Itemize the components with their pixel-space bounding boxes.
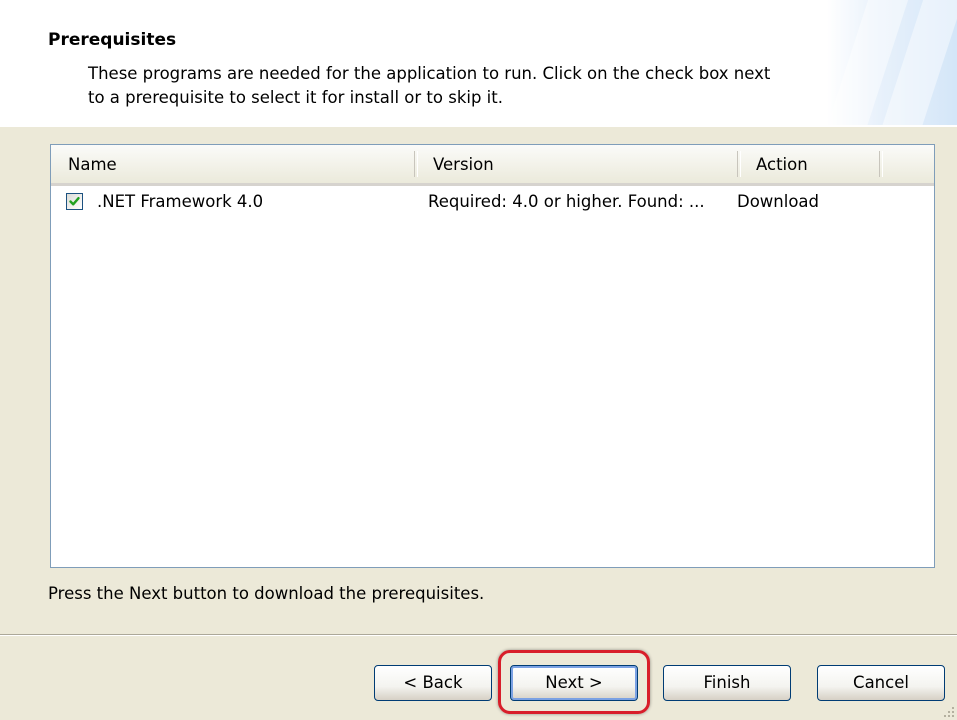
next-button-highlight xyxy=(498,650,650,714)
table-row[interactable]: .NET Framework 4.0 Required: 4.0 or high… xyxy=(51,186,934,216)
column-divider[interactable] xyxy=(879,151,883,177)
cancel-button[interactable]: Cancel xyxy=(817,665,945,701)
header-separator xyxy=(0,125,957,127)
wizard-header: Prerequisites These programs are needed … xyxy=(0,0,957,126)
page-title: Prerequisites xyxy=(48,30,177,50)
resize-grip-icon[interactable] xyxy=(943,706,955,718)
header-decoration xyxy=(827,0,957,125)
prerequisites-list[interactable]: Name Version Action .NET Framework 4.0 R… xyxy=(50,144,935,568)
prerequisite-action: Download xyxy=(737,192,820,211)
column-header-version[interactable]: Version xyxy=(416,145,737,183)
column-header-action[interactable]: Action xyxy=(739,145,879,183)
back-button[interactable]: < Back xyxy=(374,665,492,701)
prerequisite-name: .NET Framework 4.0 xyxy=(97,192,264,211)
finish-button[interactable]: Finish xyxy=(663,665,791,701)
checkmark-icon xyxy=(69,197,80,206)
footer-divider xyxy=(0,634,957,636)
column-header-name[interactable]: Name xyxy=(51,145,414,183)
page-description: These programs are needed for the applic… xyxy=(88,64,771,107)
prerequisite-checkbox[interactable] xyxy=(66,193,83,210)
instruction-text: Press the Next button to download the pr… xyxy=(48,584,485,603)
prerequisite-version: Required: 4.0 or higher. Found: ... xyxy=(428,192,705,211)
column-header-row: Name Version Action xyxy=(51,145,934,186)
